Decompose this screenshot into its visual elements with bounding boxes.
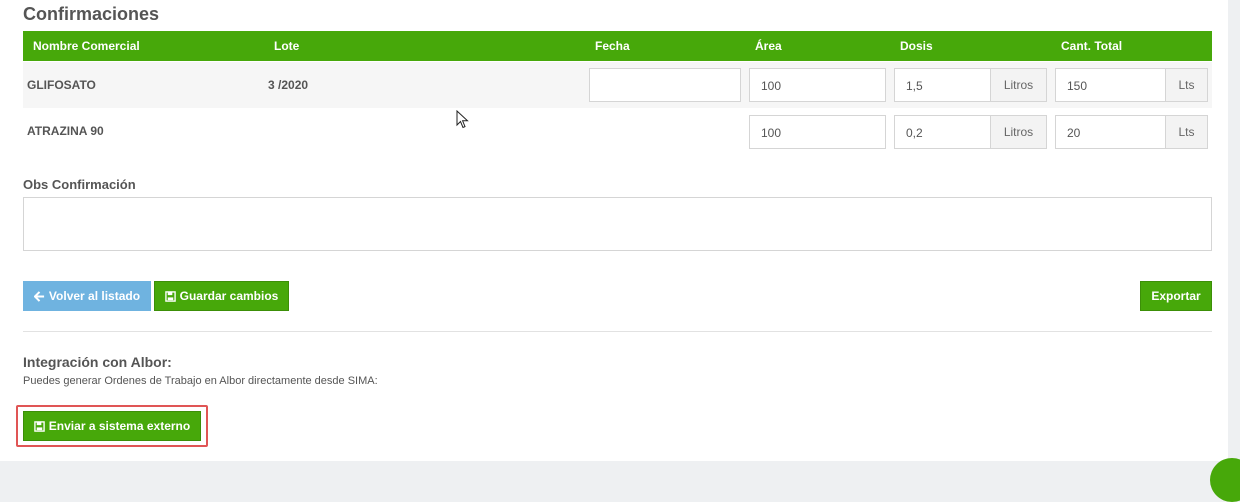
dosis-input[interactable]: 0,2: [894, 115, 990, 149]
header-nombre-comercial: Nombre Comercial: [33, 39, 140, 53]
fecha-input[interactable]: [589, 68, 741, 102]
dosis-input[interactable]: 1,5: [894, 68, 990, 102]
send-external-button[interactable]: Enviar a sistema externo: [23, 411, 201, 441]
header-fecha: Fecha: [595, 39, 630, 53]
section-title: Confirmaciones: [23, 4, 160, 24]
cell-nombre: ATRAZINA 90: [27, 124, 104, 138]
total-input-group: 150 Lts: [1055, 68, 1208, 102]
arrow-left-icon: [33, 290, 45, 302]
area-input[interactable]: 100: [749, 68, 886, 102]
export-button-label: Exportar: [1151, 289, 1201, 303]
header-cant-total: Cant. Total: [1061, 39, 1123, 53]
table-header: Nombre Comercial Lote Fecha Área Dosis C…: [23, 31, 1212, 61]
obs-textarea[interactable]: [23, 197, 1212, 251]
header-dosis: Dosis: [900, 39, 933, 53]
dosis-input-group: 0,2 Litros: [894, 115, 1047, 149]
cell-nombre: GLIFOSATO: [27, 78, 96, 92]
export-button[interactable]: Exportar: [1140, 281, 1212, 311]
cell-lote: 3 /2020: [268, 78, 309, 92]
floppy-disk-icon: [34, 420, 45, 432]
integration-description: Puedes generar Ordenes de Trabajo en Alb…: [23, 375, 378, 387]
section-divider: [23, 331, 1212, 332]
total-unit-addon: Lts: [1165, 68, 1208, 102]
dosis-input-group: 1,5 Litros: [894, 68, 1047, 102]
back-button-label: Volver al listado: [48, 289, 141, 303]
floppy-disk-icon: [164, 290, 176, 302]
integration-title: Integración con Albor:: [23, 354, 172, 370]
table-row: GLIFOSATO 3 /2020 100 1,5 Litros 150 Lts: [23, 62, 1212, 108]
back-to-list-button[interactable]: Volver al listado: [23, 281, 151, 311]
table-row: ATRAZINA 90 100 0,2 Litros 20 Lts: [23, 108, 1212, 154]
total-input[interactable]: 150: [1055, 68, 1165, 102]
total-input[interactable]: 20: [1055, 115, 1165, 149]
mouse-cursor-icon: [456, 110, 469, 129]
total-input-group: 20 Lts: [1055, 115, 1208, 149]
header-area: Área: [755, 39, 782, 53]
obs-label: Obs Confirmación: [23, 177, 136, 192]
dosis-unit-addon: Litros: [990, 115, 1047, 149]
area-input[interactable]: 100: [749, 115, 886, 149]
floating-action-button[interactable]: [1210, 458, 1240, 502]
header-lote: Lote: [274, 39, 300, 53]
confirmations-panel: Confirmaciones Nombre Comercial Lote Fec…: [0, 0, 1228, 461]
total-unit-addon: Lts: [1165, 115, 1208, 149]
dosis-unit-addon: Litros: [990, 68, 1047, 102]
save-button-label: Guardar cambios: [179, 289, 279, 303]
save-changes-button[interactable]: Guardar cambios: [154, 281, 289, 311]
send-button-label: Enviar a sistema externo: [48, 419, 191, 433]
